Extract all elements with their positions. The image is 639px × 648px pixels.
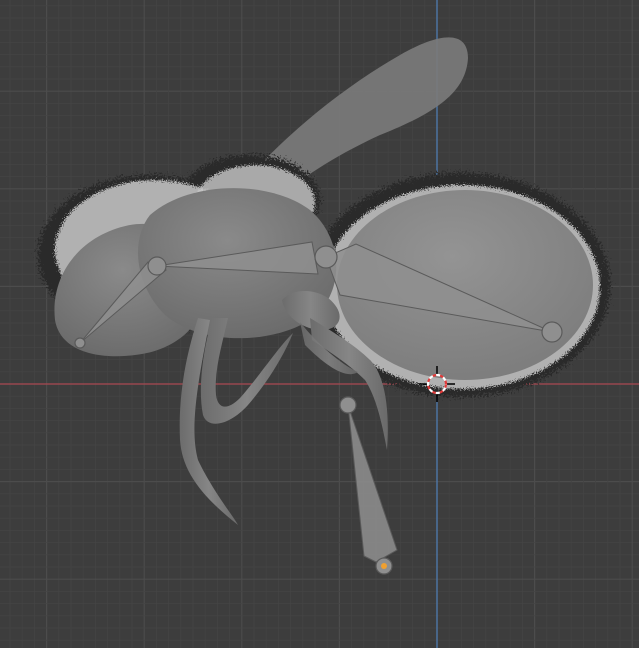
- thorax-bone-head[interactable]: [147, 256, 167, 276]
- leg-bone-tail-selected: [381, 563, 387, 569]
- viewport-canvas[interactable]: [0, 0, 639, 648]
- leg-bone-head[interactable]: [339, 396, 357, 414]
- head-bone-tail[interactable]: [74, 337, 86, 349]
- abdomen-bone-tail[interactable]: [541, 321, 563, 343]
- 3d-viewport[interactable]: [0, 0, 639, 648]
- abdomen-bone-head[interactable]: [314, 245, 338, 269]
